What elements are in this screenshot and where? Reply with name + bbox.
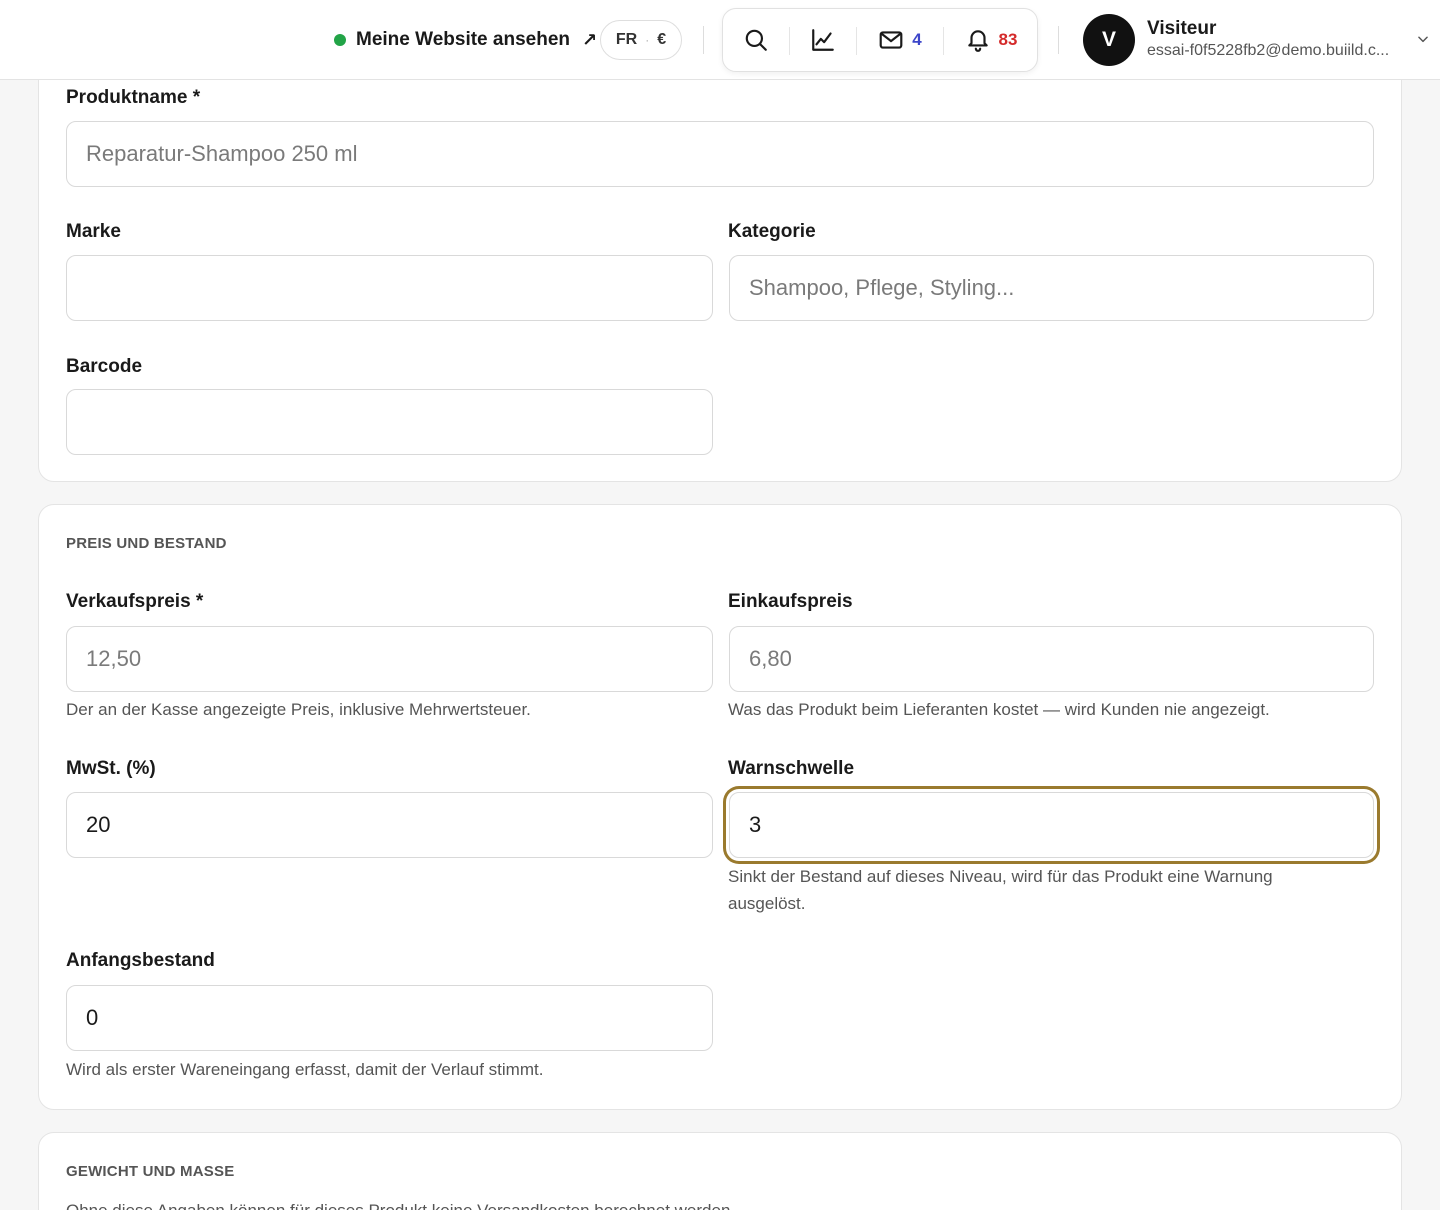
general-info-card: Produktname * Marke Kategorie Barcode <box>38 40 1402 482</box>
purchase-price-input[interactable] <box>729 626 1374 692</box>
search-button[interactable] <box>723 9 789 71</box>
initial-stock-hint: Wird als erster Wareneingang erfasst, da… <box>66 1060 544 1079</box>
section-title: PREIS UND BESTAND <box>66 535 227 552</box>
barcode-input[interactable] <box>66 389 713 455</box>
price-stock-card: PREIS UND BESTAND Verkaufspreis * Der an… <box>38 504 1402 1110</box>
category-input[interactable] <box>729 255 1374 321</box>
category-label: Kategorie <box>728 221 816 242</box>
divider <box>1058 26 1059 54</box>
site-status-dot <box>334 34 346 46</box>
vat-label: MwSt. (%) <box>66 758 156 779</box>
view-website-label: Meine Website ansehen <box>356 29 570 50</box>
sale-price-input[interactable] <box>66 626 713 692</box>
brand-label: Marke <box>66 221 121 242</box>
view-website-link[interactable]: Meine Website ansehen ↗ <box>334 27 597 53</box>
avatar[interactable]: V <box>1083 14 1135 66</box>
notifications-button[interactable]: 83 <box>944 9 1038 71</box>
divider <box>703 26 704 54</box>
top-bar: Meine Website ansehen ↗ FR · € 4 83 V Vi… <box>0 0 1440 80</box>
user-email: essai-f0f5228fb2@demo.buiild.c... <box>1147 42 1390 59</box>
language-code: FR <box>615 31 638 48</box>
purchase-price-label: Einkaufspreis <box>728 591 853 612</box>
user-name: Visiteur <box>1147 18 1217 39</box>
messages-button[interactable]: 4 <box>857 9 943 71</box>
chart-line-icon <box>810 27 836 53</box>
toolbar-group: 4 83 <box>722 8 1038 72</box>
initial-stock-input[interactable] <box>66 985 713 1051</box>
locale-separator: · <box>645 33 650 47</box>
mail-icon <box>878 27 904 53</box>
notification-count-badge: 83 <box>998 30 1018 49</box>
mail-count-badge: 4 <box>912 30 922 49</box>
product-name-label: Produktname * <box>66 87 201 108</box>
warning-threshold-hint: Sinkt der Bestand auf dieses Niveau, wir… <box>728 867 1273 913</box>
search-icon <box>743 27 769 53</box>
weight-description: Ohne diese Angaben können für dieses Pro… <box>66 1201 735 1210</box>
external-link-icon: ↗ <box>582 29 598 50</box>
chevron-down-icon[interactable] <box>1416 32 1430 51</box>
warning-threshold-label: Warnschwelle <box>728 758 855 779</box>
initial-stock-label: Anfangsbestand <box>66 950 215 971</box>
sale-price-label: Verkaufspreis * <box>66 591 204 612</box>
product-name-input[interactable] <box>66 121 1374 187</box>
locale-currency-switcher[interactable]: FR · € <box>600 20 682 60</box>
bell-icon <box>965 27 991 53</box>
sale-price-hint: Der an der Kasse angezeigte Preis, inklu… <box>66 700 531 719</box>
section-title: GEWICHT UND MASSE <box>66 1163 235 1180</box>
vat-input[interactable] <box>66 792 713 858</box>
barcode-label: Barcode <box>66 356 143 377</box>
statistics-button[interactable] <box>790 9 856 71</box>
currency-symbol: € <box>657 31 667 48</box>
weight-dimensions-card: GEWICHT UND MASSE Ohne diese Angaben kön… <box>38 1132 1402 1210</box>
purchase-price-hint: Was das Produkt beim Lieferanten kostet … <box>728 700 1270 719</box>
warning-threshold-input[interactable] <box>729 792 1374 858</box>
brand-input[interactable] <box>66 255 713 321</box>
